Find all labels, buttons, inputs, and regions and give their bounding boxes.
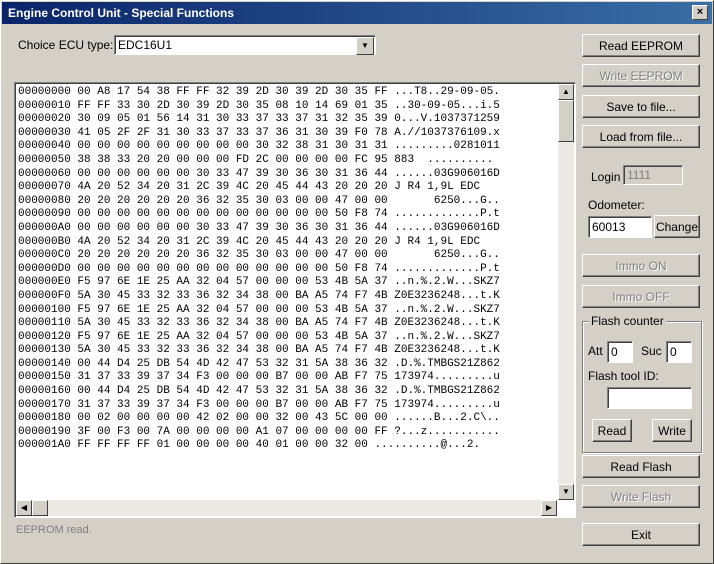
hex-row: 00000100 F5 97 6E 1E 25 AA 32 04 57 00 0… xyxy=(18,303,500,316)
att-label: Att xyxy=(588,344,603,358)
write-eeprom-button[interactable]: Write EEPROM xyxy=(582,64,700,87)
hex-row: 000001A0 FF FF FF FF 01 00 00 00 00 40 0… xyxy=(18,439,481,452)
hex-row: 000000F0 5A 30 45 33 32 33 36 32 34 38 0… xyxy=(18,289,500,302)
close-button[interactable]: × xyxy=(692,5,708,20)
horizontal-scroll-thumb[interactable] xyxy=(32,500,48,516)
hex-row: 00000150 31 37 33 39 37 34 F3 00 00 00 B… xyxy=(18,371,500,384)
hex-row: 000000E0 F5 97 6E 1E 25 AA 32 04 57 00 0… xyxy=(18,276,500,289)
immo-off-button[interactable]: Immo OFF xyxy=(582,285,700,308)
hex-row: 00000180 00 02 00 00 00 00 42 02 00 00 3… xyxy=(18,412,500,425)
hex-row: 00000140 00 44 D4 25 DB 54 4D 42 47 53 3… xyxy=(18,357,500,370)
hex-row: 00000040 00 00 00 00 00 00 00 00 00 30 3… xyxy=(18,140,500,153)
status-text: EEPROM read. xyxy=(16,524,92,536)
ecu-type-value: EDC16U1 xyxy=(118,38,173,52)
window-title: Engine Control Unit - Special Functions xyxy=(8,6,235,20)
login-field[interactable]: 1111 xyxy=(623,165,683,185)
odometer-field[interactable]: 60013 xyxy=(588,216,652,238)
ecu-type-label: Choice ECU type: xyxy=(18,38,114,52)
hex-row: 000000A0 00 00 00 00 00 00 30 33 47 39 3… xyxy=(18,221,500,234)
scroll-up-icon[interactable]: ▲ xyxy=(558,84,574,100)
read-flash-button[interactable]: Read Flash xyxy=(582,455,700,478)
hex-row: 00000030 41 05 2F 2F 31 30 33 37 33 37 3… xyxy=(18,126,500,139)
immo-on-button[interactable]: Immo ON xyxy=(582,254,700,277)
flash-tool-id-field[interactable] xyxy=(607,387,692,409)
vertical-scrollbar[interactable]: ▲ ▼ xyxy=(558,84,574,500)
ecu-type-select[interactable]: EDC16U1 ▼ xyxy=(114,35,376,55)
write-flash-button[interactable]: Write Flash xyxy=(582,485,700,508)
flash-tool-id-label: Flash tool ID: xyxy=(588,369,659,383)
hex-row: 00000090 00 00 00 00 00 00 00 00 00 00 0… xyxy=(18,208,500,221)
horizontal-scrollbar[interactable]: ◀ ▶ xyxy=(16,500,557,516)
hex-row: 00000010 FF FF 33 30 2D 30 39 2D 30 35 0… xyxy=(18,99,500,112)
main-window: Engine Control Unit - Special Functions … xyxy=(0,0,714,564)
read-eeprom-button[interactable]: Read EEPROM xyxy=(582,34,700,57)
suc-label: Suc xyxy=(641,344,662,358)
flash-counter-title: Flash counter xyxy=(589,314,666,328)
scroll-down-icon[interactable]: ▼ xyxy=(558,484,574,500)
flash-write-button[interactable]: Write xyxy=(652,419,692,442)
hex-row: 000000C0 20 20 20 20 20 20 36 32 35 30 0… xyxy=(18,249,500,262)
hex-row: 000000D0 00 00 00 00 00 00 00 00 00 00 0… xyxy=(18,262,500,275)
status-bar: EEPROM read. xyxy=(14,520,576,544)
hex-viewer[interactable]: 00000000 00 A8 17 54 38 FF FF 32 39 2D 3… xyxy=(14,82,576,518)
hex-row: 00000110 5A 30 45 33 32 33 36 32 34 38 0… xyxy=(18,317,500,330)
scroll-right-icon[interactable]: ▶ xyxy=(541,500,557,516)
att-value: 0 xyxy=(611,345,618,359)
suc-value: 0 xyxy=(670,345,677,359)
scroll-left-icon[interactable]: ◀ xyxy=(16,500,32,516)
save-to-file-button[interactable]: Save to file... xyxy=(582,95,700,118)
flash-read-button[interactable]: Read xyxy=(592,419,632,442)
load-from-file-button[interactable]: Load from file... xyxy=(582,125,700,148)
hex-row: 00000190 3F 00 F3 00 7A 00 00 00 00 A1 0… xyxy=(18,425,500,438)
hex-row: 000000B0 4A 20 52 34 20 31 2C 39 4C 20 4… xyxy=(18,235,481,248)
vertical-scroll-thumb[interactable] xyxy=(558,100,574,142)
odometer-label: Odometer: xyxy=(588,198,645,212)
login-value: 1111 xyxy=(627,168,652,182)
hex-row: 00000160 00 44 D4 25 DB 54 4D 42 47 53 3… xyxy=(18,385,500,398)
title-bar[interactable]: Engine Control Unit - Special Functions … xyxy=(2,2,712,24)
exit-button[interactable]: Exit xyxy=(582,523,700,546)
hex-row: 00000080 20 20 20 20 20 20 36 32 35 30 0… xyxy=(18,194,500,207)
hex-row: 00000000 00 A8 17 54 38 FF FF 32 39 2D 3… xyxy=(18,86,500,98)
hex-row: 00000130 5A 30 45 33 32 33 36 32 34 38 0… xyxy=(18,344,500,357)
att-field[interactable]: 0 xyxy=(607,341,633,363)
hex-row: 00000050 38 38 33 20 20 00 00 00 FD 2C 0… xyxy=(18,153,494,166)
login-label: Login xyxy=(591,170,621,184)
suc-field[interactable]: 0 xyxy=(666,341,692,363)
odometer-value: 60013 xyxy=(592,220,626,234)
chevron-down-icon[interactable]: ▼ xyxy=(356,37,374,55)
hex-row: 00000070 4A 20 52 34 20 31 2C 39 4C 20 4… xyxy=(18,181,481,194)
hex-row: 00000120 F5 97 6E 1E 25 AA 32 04 57 00 0… xyxy=(18,330,500,343)
hex-row: 00000020 30 09 05 01 56 14 31 30 33 37 3… xyxy=(18,113,500,126)
hex-row: 00000170 31 37 33 39 37 34 F3 00 00 00 B… xyxy=(18,398,500,411)
hex-dump: 00000000 00 A8 17 54 38 FF FF 32 39 2D 3… xyxy=(18,86,500,453)
hex-row: 00000060 00 00 00 00 00 00 30 33 47 39 3… xyxy=(18,167,500,180)
change-odometer-button[interactable]: Change xyxy=(654,215,700,238)
